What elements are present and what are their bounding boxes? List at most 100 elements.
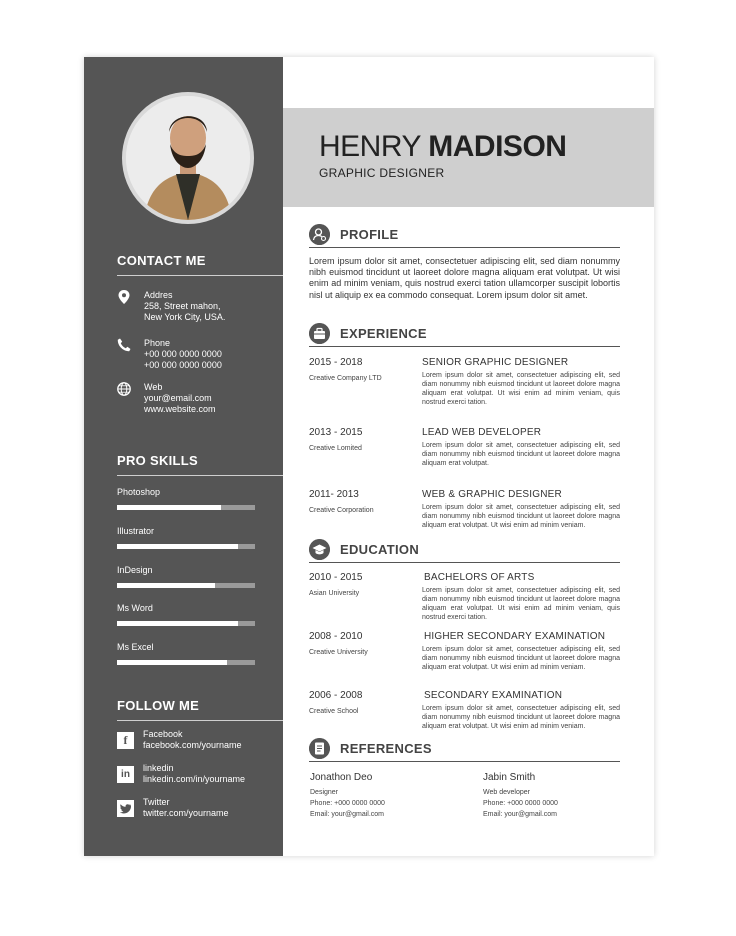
entry-organization: Creative Lomited: [309, 445, 362, 452]
job-title: GRAPHIC DESIGNER: [319, 166, 445, 180]
social-facebook[interactable]: f Facebook facebook.com/yourname: [117, 729, 277, 757]
contact-web: Web your@email.com www.website.com: [117, 382, 277, 422]
profile-divider: [309, 247, 620, 248]
experience-heading: EXPERIENCE: [340, 326, 427, 341]
skill-item: Illustrator: [117, 526, 255, 549]
skill-label: Illustrator: [117, 526, 155, 536]
profile-photo: [122, 92, 254, 224]
phone-number[interactable]: +00 000 0000 0000: [144, 349, 222, 360]
social-handle[interactable]: facebook.com/yourname: [143, 740, 242, 751]
person-portrait-icon: [126, 96, 250, 220]
contact-heading: CONTACT ME: [117, 253, 206, 268]
skill-label: Ms Word: [117, 603, 153, 613]
reference-card: Jonathon Deo Designer Phone: +000 0000 0…: [310, 772, 460, 820]
skill-label: Photoshop: [117, 487, 161, 497]
entry-years: 2013 - 2015: [309, 427, 363, 438]
entry-title: HIGHER SECONDARY EXAMINATION: [424, 631, 606, 642]
entry-years: 2015 - 2018: [309, 357, 363, 368]
profile-heading: PROFILE: [340, 227, 399, 242]
entry-years: 2008 - 2010: [309, 631, 363, 642]
skill-bar: [117, 583, 255, 588]
person-name: HENRY MADISON: [319, 130, 567, 164]
social-linkedin[interactable]: in linkedin linkedin.com/in/yourname: [117, 763, 277, 791]
entry-organization: Creative Company LTD: [309, 375, 382, 382]
entry-years: 2011- 2013: [309, 489, 359, 500]
phone-icon: [117, 338, 131, 352]
skill-bar: [117, 505, 255, 510]
skill-bar-fill: [117, 544, 239, 549]
sidebar: CONTACT ME Addres 258, Street mahon, New…: [84, 57, 283, 856]
social-network: Twitter: [143, 797, 170, 807]
website-link[interactable]: www.website.com: [144, 404, 216, 415]
web-label: Web: [144, 382, 163, 392]
references-divider: [309, 761, 620, 762]
last-name: MADISON: [428, 130, 567, 163]
social-network: Facebook: [143, 729, 183, 739]
entry-description: Lorem ipsum dolor sit amet, consectetuer…: [422, 372, 620, 406]
follow-divider: [117, 720, 283, 721]
skill-bar-fill: [117, 583, 215, 588]
references-heading: REFERENCES: [340, 741, 432, 756]
skill-bar-fill: [117, 621, 239, 626]
skills-heading: PRO SKILLS: [117, 453, 199, 468]
education-divider: [309, 562, 620, 563]
graduation-cap-icon: [309, 539, 330, 560]
skill-item: Photoshop: [117, 487, 255, 510]
twitter-icon: [117, 800, 134, 817]
address-label: Addres: [144, 290, 173, 300]
skill-bar: [117, 660, 255, 665]
entry-title: SENIOR GRAPHIC DESIGNER: [422, 357, 569, 368]
name-header: HENRY MADISON GRAPHIC DESIGNER: [283, 108, 654, 207]
social-network: linkedin: [143, 763, 174, 773]
location-pin-icon: [118, 290, 130, 304]
entry-title: WEB & GRAPHIC DESIGNER: [422, 489, 562, 500]
skill-label: InDesign: [117, 565, 153, 575]
skill-item: Ms Word: [117, 603, 255, 626]
reference-phone[interactable]: Phone: +000 0000 0000: [310, 798, 460, 809]
facebook-icon: f: [117, 732, 134, 749]
entry-organization: Creative School: [309, 708, 359, 715]
first-name: HENRY: [319, 130, 421, 163]
entry-description: Lorem ipsum dolor sit amet, consectetuer…: [422, 705, 620, 730]
contact-divider: [117, 275, 283, 276]
phone-label: Phone: [144, 338, 171, 348]
document-icon: [309, 738, 330, 759]
skill-bar-fill: [117, 505, 221, 510]
reference-card: Jabin Smith Web developer Phone: +000 00…: [483, 772, 633, 820]
experience-divider: [309, 346, 620, 347]
entry-description: Lorem ipsum dolor sit amet, consectetuer…: [422, 504, 620, 529]
briefcase-icon: [309, 323, 330, 344]
globe-icon: [117, 382, 131, 396]
entry-years: 2006 - 2008: [309, 690, 363, 701]
social-handle[interactable]: linkedin.com/in/yourname: [143, 774, 245, 785]
reference-phone[interactable]: Phone: +000 0000 0000: [483, 798, 633, 809]
follow-heading: FOLLOW ME: [117, 698, 200, 713]
reference-email[interactable]: Email: your@gmail.com: [483, 809, 633, 820]
skill-bar: [117, 621, 255, 626]
phone-number[interactable]: +00 000 0000 0000: [144, 360, 222, 371]
reference-name: Jabin Smith: [483, 772, 536, 783]
reference-email[interactable]: Email: your@gmail.com: [310, 809, 460, 820]
resume-page: CONTACT ME Addres 258, Street mahon, New…: [84, 57, 654, 856]
entry-years: 2010 - 2015: [309, 572, 363, 583]
entry-description: Lorem ipsum dolor sit amet, consectetuer…: [422, 587, 620, 621]
social-twitter[interactable]: Twitter twitter.com/yourname: [117, 797, 277, 825]
entry-organization: Creative University: [309, 649, 368, 656]
entry-description: Lorem ipsum dolor sit amet, consectetuer…: [422, 646, 620, 671]
reference-role: Designer: [310, 789, 339, 796]
skills-divider: [117, 475, 283, 476]
address-line: New York City, USA.: [144, 312, 226, 322]
reference-role: Web developer: [483, 789, 530, 796]
skill-item: Ms Excel: [117, 642, 255, 665]
email-link[interactable]: your@email.com: [144, 393, 216, 404]
entry-title: SECONDARY EXAMINATION: [424, 690, 563, 701]
skill-label: Ms Excel: [117, 642, 154, 652]
address-line: 258, Street mahon,: [144, 301, 221, 311]
entry-organization: Creative Corporation: [309, 507, 374, 514]
entry-description: Lorem ipsum dolor sit amet, consectetuer…: [422, 442, 620, 467]
contact-phone: Phone +00 000 0000 0000 +00 000 0000 000…: [117, 338, 277, 378]
social-handle[interactable]: twitter.com/yourname: [143, 808, 229, 819]
user-profile-icon: [309, 224, 330, 245]
entry-organization: Asian University: [309, 590, 360, 597]
entry-title: BACHELORS OF ARTS: [424, 572, 535, 583]
